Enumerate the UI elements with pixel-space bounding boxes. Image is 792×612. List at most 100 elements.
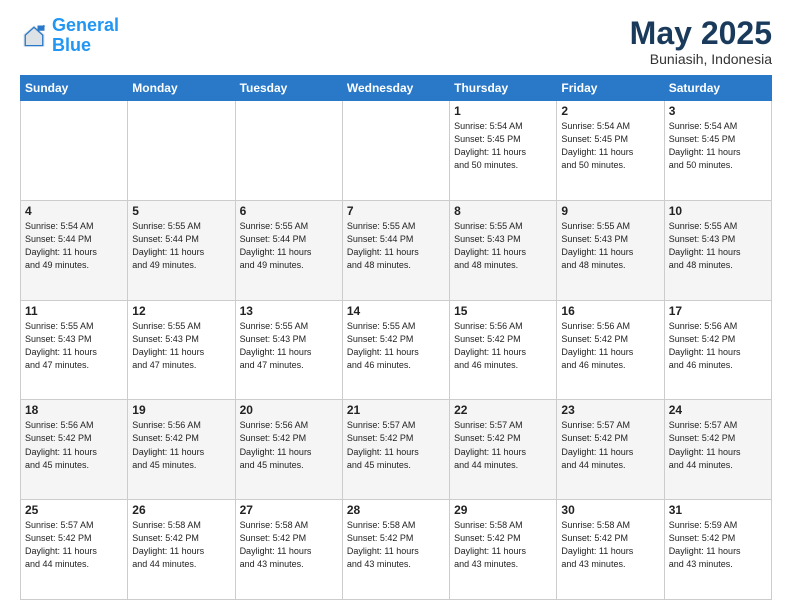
title-block: May 2025 Buniasih, Indonesia bbox=[630, 16, 772, 67]
day-info: Sunrise: 5:57 AM Sunset: 5:42 PM Dayligh… bbox=[561, 419, 659, 471]
day-number: 30 bbox=[561, 503, 659, 517]
table-row: 20 Sunrise: 5:56 AM Sunset: 5:42 PM Dayli… bbox=[235, 400, 342, 500]
day-number: 11 bbox=[25, 304, 123, 318]
col-saturday: Saturday bbox=[664, 76, 771, 101]
table-row: 13Sunrise: 5:55 AM Sunset: 5:43 PM Dayli… bbox=[235, 300, 342, 400]
day-number: 3 bbox=[669, 104, 767, 118]
day-info: Sunrise: 5:56 AM Sunset: 5:42 PM Dayligh… bbox=[454, 320, 552, 372]
table-row: 18 Sunrise: 5:56 AM Sunset: 5:42 PM Dayli… bbox=[21, 400, 128, 500]
day-info: Sunrise: 5:55 AM Sunset: 5:43 PM Dayligh… bbox=[25, 320, 123, 372]
calendar-week-row: 1 Sunrise: 5:54 AM Sunset: 5:45 PM Daylig… bbox=[21, 101, 772, 201]
day-info: Sunrise: 5:56 AM Sunset: 5:42 PM Dayligh… bbox=[240, 419, 338, 471]
logo-blue: Blue bbox=[52, 35, 91, 55]
day-info: Sunrise: 5:56 AM Sunset: 5:42 PM Dayligh… bbox=[132, 419, 230, 471]
day-number: 17 bbox=[669, 304, 767, 318]
day-number: 26 bbox=[132, 503, 230, 517]
logo: General Blue bbox=[20, 16, 119, 56]
day-number: 18 bbox=[25, 403, 123, 417]
table-row: 11 Sunrise: 5:55 AM Sunset: 5:43 PM Dayli… bbox=[21, 300, 128, 400]
day-info: Sunrise: 5:58 AM Sunset: 5:42 PM Dayligh… bbox=[561, 519, 659, 571]
table-row: 21Sunrise: 5:57 AM Sunset: 5:42 PM Dayli… bbox=[342, 400, 449, 500]
day-number: 2 bbox=[561, 104, 659, 118]
day-number: 25 bbox=[25, 503, 123, 517]
month-title: May 2025 bbox=[630, 16, 772, 51]
calendar-week-row: 4 Sunrise: 5:54 AM Sunset: 5:44 PM Daylig… bbox=[21, 200, 772, 300]
table-row: 31 Sunrise: 5:59 AM Sunset: 5:42 PM Dayli… bbox=[664, 500, 771, 600]
day-info: Sunrise: 5:54 AM Sunset: 5:45 PM Dayligh… bbox=[669, 120, 767, 172]
logo-general: General bbox=[52, 15, 119, 35]
table-row: 28 Sunrise: 5:58 AM Sunset: 5:42 PM Dayli… bbox=[342, 500, 449, 600]
day-info: Sunrise: 5:59 AM Sunset: 5:42 PM Dayligh… bbox=[669, 519, 767, 571]
day-number: 28 bbox=[347, 503, 445, 517]
day-number: 14 bbox=[347, 304, 445, 318]
calendar-header-row: Sunday Monday Tuesday Wednesday Thursday… bbox=[21, 76, 772, 101]
day-number: 19 bbox=[132, 403, 230, 417]
day-number: 20 bbox=[240, 403, 338, 417]
table-row: 25Sunrise: 5:57 AM Sunset: 5:42 PM Dayli… bbox=[21, 500, 128, 600]
day-number: 9 bbox=[561, 204, 659, 218]
day-number: 7 bbox=[347, 204, 445, 218]
day-number: 27 bbox=[240, 503, 338, 517]
table-row: 15 Sunrise: 5:56 AM Sunset: 5:42 PM Dayli… bbox=[450, 300, 557, 400]
table-row: 5Sunrise: 5:55 AM Sunset: 5:44 PM Daylig… bbox=[128, 200, 235, 300]
calendar-week-row: 25Sunrise: 5:57 AM Sunset: 5:42 PM Dayli… bbox=[21, 500, 772, 600]
table-row: 24 Sunrise: 5:57 AM Sunset: 5:42 PM Dayli… bbox=[664, 400, 771, 500]
calendar-table: Sunday Monday Tuesday Wednesday Thursday… bbox=[20, 75, 772, 600]
table-row: 2 Sunrise: 5:54 AM Sunset: 5:45 PM Daylig… bbox=[557, 101, 664, 201]
table-row bbox=[21, 101, 128, 201]
day-number: 23 bbox=[561, 403, 659, 417]
table-row: 3 Sunrise: 5:54 AM Sunset: 5:45 PM Daylig… bbox=[664, 101, 771, 201]
table-row: 27 Sunrise: 5:58 AM Sunset: 5:42 PM Dayli… bbox=[235, 500, 342, 600]
table-row: 30 Sunrise: 5:58 AM Sunset: 5:42 PM Dayli… bbox=[557, 500, 664, 600]
table-row: 10Sunrise: 5:55 AM Sunset: 5:43 PM Dayli… bbox=[664, 200, 771, 300]
table-row: 26 Sunrise: 5:58 AM Sunset: 5:42 PM Dayli… bbox=[128, 500, 235, 600]
day-number: 15 bbox=[454, 304, 552, 318]
day-number: 1 bbox=[454, 104, 552, 118]
day-info: Sunrise: 5:55 AM Sunset: 5:43 PM Dayligh… bbox=[240, 320, 338, 372]
table-row: 22Sunrise: 5:57 AM Sunset: 5:42 PM Dayli… bbox=[450, 400, 557, 500]
day-number: 12 bbox=[132, 304, 230, 318]
day-info: Sunrise: 5:58 AM Sunset: 5:42 PM Dayligh… bbox=[132, 519, 230, 571]
col-friday: Friday bbox=[557, 76, 664, 101]
calendar-week-row: 11 Sunrise: 5:55 AM Sunset: 5:43 PM Dayli… bbox=[21, 300, 772, 400]
day-number: 29 bbox=[454, 503, 552, 517]
day-number: 4 bbox=[25, 204, 123, 218]
day-info: Sunrise: 5:55 AM Sunset: 5:44 PM Dayligh… bbox=[347, 220, 445, 272]
table-row: 9 Sunrise: 5:55 AM Sunset: 5:43 PM Daylig… bbox=[557, 200, 664, 300]
day-info: Sunrise: 5:57 AM Sunset: 5:42 PM Dayligh… bbox=[669, 419, 767, 471]
day-info: Sunrise: 5:56 AM Sunset: 5:42 PM Dayligh… bbox=[669, 320, 767, 372]
day-info: Sunrise: 5:54 AM Sunset: 5:45 PM Dayligh… bbox=[561, 120, 659, 172]
calendar-week-row: 18 Sunrise: 5:56 AM Sunset: 5:42 PM Dayli… bbox=[21, 400, 772, 500]
day-info: Sunrise: 5:56 AM Sunset: 5:42 PM Dayligh… bbox=[25, 419, 123, 471]
day-info: Sunrise: 5:56 AM Sunset: 5:42 PM Dayligh… bbox=[561, 320, 659, 372]
table-row: 12Sunrise: 5:55 AM Sunset: 5:43 PM Dayli… bbox=[128, 300, 235, 400]
logo-text: General Blue bbox=[52, 16, 119, 56]
table-row: 7 Sunrise: 5:55 AM Sunset: 5:44 PM Daylig… bbox=[342, 200, 449, 300]
day-info: Sunrise: 5:55 AM Sunset: 5:44 PM Dayligh… bbox=[240, 220, 338, 272]
day-info: Sunrise: 5:54 AM Sunset: 5:44 PM Dayligh… bbox=[25, 220, 123, 272]
col-thursday: Thursday bbox=[450, 76, 557, 101]
table-row bbox=[235, 101, 342, 201]
day-number: 5 bbox=[132, 204, 230, 218]
day-info: Sunrise: 5:58 AM Sunset: 5:42 PM Dayligh… bbox=[347, 519, 445, 571]
day-number: 24 bbox=[669, 403, 767, 417]
page: General Blue May 2025 Buniasih, Indonesi… bbox=[0, 0, 792, 612]
day-number: 21 bbox=[347, 403, 445, 417]
day-number: 16 bbox=[561, 304, 659, 318]
table-row: 17 Sunrise: 5:56 AM Sunset: 5:42 PM Dayli… bbox=[664, 300, 771, 400]
table-row bbox=[128, 101, 235, 201]
table-row: 6 Sunrise: 5:55 AM Sunset: 5:44 PM Daylig… bbox=[235, 200, 342, 300]
col-monday: Monday bbox=[128, 76, 235, 101]
day-info: Sunrise: 5:55 AM Sunset: 5:43 PM Dayligh… bbox=[561, 220, 659, 272]
location: Buniasih, Indonesia bbox=[630, 51, 772, 67]
col-wednesday: Wednesday bbox=[342, 76, 449, 101]
day-number: 8 bbox=[454, 204, 552, 218]
table-row: 19 Sunrise: 5:56 AM Sunset: 5:42 PM Dayli… bbox=[128, 400, 235, 500]
day-info: Sunrise: 5:54 AM Sunset: 5:45 PM Dayligh… bbox=[454, 120, 552, 172]
table-row: 14Sunrise: 5:55 AM Sunset: 5:42 PM Dayli… bbox=[342, 300, 449, 400]
day-number: 6 bbox=[240, 204, 338, 218]
day-number: 22 bbox=[454, 403, 552, 417]
day-info: Sunrise: 5:58 AM Sunset: 5:42 PM Dayligh… bbox=[240, 519, 338, 571]
day-number: 31 bbox=[669, 503, 767, 517]
table-row bbox=[342, 101, 449, 201]
